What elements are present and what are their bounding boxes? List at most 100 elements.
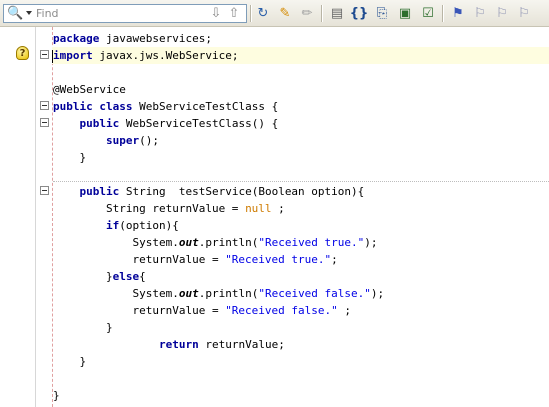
toolbar-separator: [250, 5, 252, 22]
code-token: }: [53, 389, 60, 402]
uncomment-button[interactable]: ☑: [418, 4, 438, 23]
code-editor[interactable]: package javawebservices; import javax.jws…: [52, 30, 549, 404]
last-bookmark-button[interactable]: ⚐: [514, 4, 534, 23]
string-token: "Received false.": [258, 287, 371, 300]
code-token: {: [139, 270, 146, 283]
last-edit-button[interactable]: ✎: [275, 4, 295, 23]
code-line[interactable]: System.out.println("Received false.");: [53, 285, 549, 302]
lightbulb-hint-icon[interactable]: ?: [16, 46, 29, 60]
code-token: }: [53, 270, 113, 283]
code-token: ;: [331, 253, 338, 266]
code-line[interactable]: }: [53, 319, 549, 336]
previous-bookmark-button[interactable]: ⚐: [470, 4, 490, 23]
keyword-token: else: [112, 270, 140, 283]
code-line[interactable]: }: [53, 387, 549, 404]
code-token: }: [53, 355, 87, 368]
string-token: "Received false.": [225, 304, 338, 317]
find-box[interactable]: 🔍 ⇩ ⇧: [3, 4, 247, 23]
code-token: );: [364, 236, 378, 249]
find-next-button[interactable]: ⇩: [208, 6, 224, 22]
code-token: ();: [139, 134, 159, 147]
fold-toggle-constructor[interactable]: [40, 118, 49, 127]
check-window-icon: ☑: [422, 6, 434, 21]
code-line[interactable]: System.out.println("Received true.");: [53, 234, 549, 251]
code-line[interactable]: public class WebServiceTestClass {: [53, 98, 549, 115]
fold-toggle-method[interactable]: [40, 186, 49, 195]
code-token: ;: [271, 202, 285, 215]
line-gutter[interactable]: [0, 27, 35, 407]
code-token: String testService(Boolean option){: [119, 185, 365, 198]
keyword-token: import: [53, 49, 93, 62]
code-line[interactable]: import javax.jws.WebService;: [52, 47, 549, 64]
code-line[interactable]: }else{: [53, 268, 549, 285]
code-line[interactable]: returnValue = "Received true.";: [53, 251, 549, 268]
find-previous-button[interactable]: ⇧: [226, 6, 242, 22]
code-line[interactable]: String returnValue = null ;: [53, 200, 549, 217]
keyword-token: return: [158, 338, 199, 351]
code-token: null: [245, 202, 272, 215]
code-token: returnValue =: [53, 253, 226, 266]
gutter-border: [35, 27, 36, 407]
code-token: );: [370, 287, 385, 300]
string-token: "Received true.": [225, 253, 332, 266]
code-token: .println(: [198, 287, 259, 300]
braces-icon: {}: [349, 6, 369, 21]
code-line[interactable]: }: [53, 353, 549, 370]
chevron-down-icon[interactable]: [26, 11, 32, 15]
find-input[interactable]: [36, 5, 206, 22]
comment-button[interactable]: ▣: [395, 4, 415, 23]
code-token: }: [53, 151, 87, 164]
keyword-token: class: [99, 100, 133, 113]
code-line[interactable]: [53, 370, 549, 387]
code-line[interactable]: @WebService: [53, 81, 549, 98]
code-token: System.: [53, 287, 179, 300]
toggle-highlight-button[interactable]: ↻: [253, 4, 273, 23]
code-token: out: [178, 236, 199, 249]
code-line[interactable]: }: [53, 149, 549, 166]
brush-icon: ✎: [279, 6, 291, 21]
keyword-token: public: [79, 185, 120, 198]
code-token: WebServiceTestClass {: [132, 100, 279, 113]
shift-left-button[interactable]: ✏: [297, 4, 317, 23]
fold-toggle-class[interactable]: [40, 101, 49, 110]
start-macro-button[interactable]: {}: [349, 4, 369, 23]
toggle-bookmark-button[interactable]: ⚑: [448, 4, 468, 23]
next-bookmark-icon: ⚐: [496, 6, 508, 21]
code-token: (option){: [119, 219, 179, 232]
code-line[interactable]: [53, 166, 549, 183]
code-token: String returnValue =: [53, 202, 246, 215]
code-token: @WebService: [53, 83, 126, 96]
code-line[interactable]: if(option){: [53, 217, 549, 234]
arrow-down-icon: ⇩: [210, 6, 222, 21]
code-line[interactable]: [53, 64, 549, 81]
code-line[interactable]: return returnValue;: [53, 336, 549, 353]
code-line[interactable]: public String testService(Boolean option…: [53, 183, 549, 200]
code-line[interactable]: returnValue = "Received false." ;: [53, 302, 549, 319]
fold-toggle-import[interactable]: [40, 50, 49, 59]
stop-macro-button[interactable]: ⎘: [372, 4, 392, 23]
keyword-token: public: [53, 100, 93, 113]
bookmark-icon: ⚑: [452, 6, 464, 21]
code-line[interactable]: package javawebservices;: [53, 30, 549, 47]
highlight-icon: ↻: [257, 6, 269, 21]
code-token: WebServiceTestClass() {: [119, 117, 279, 130]
string-token: "Received true.": [258, 236, 365, 249]
code-line[interactable]: super();: [53, 132, 549, 149]
binoculars-icon[interactable]: 🔍: [7, 6, 23, 21]
arrow-up-icon: ⇧: [228, 6, 240, 21]
code-line[interactable]: public WebServiceTestClass() {: [53, 115, 549, 132]
shift-right-button[interactable]: ▤: [327, 4, 347, 23]
next-bookmark-button[interactable]: ⚐: [492, 4, 512, 23]
code-token: System.: [53, 236, 179, 249]
code-token: .println(: [198, 236, 259, 249]
toolbar-separator: [321, 5, 323, 22]
editor-toolbar: 🔍 ⇩ ⇧ ↻ ✎ ✏ ▤ {} ⎘ ▣ ☑ ⚑ ⚐ ⚐ ⚐: [0, 0, 549, 27]
keyword-token: public: [79, 117, 120, 130]
window-icon: ▣: [398, 6, 412, 21]
code-token: returnValue;: [198, 338, 285, 351]
